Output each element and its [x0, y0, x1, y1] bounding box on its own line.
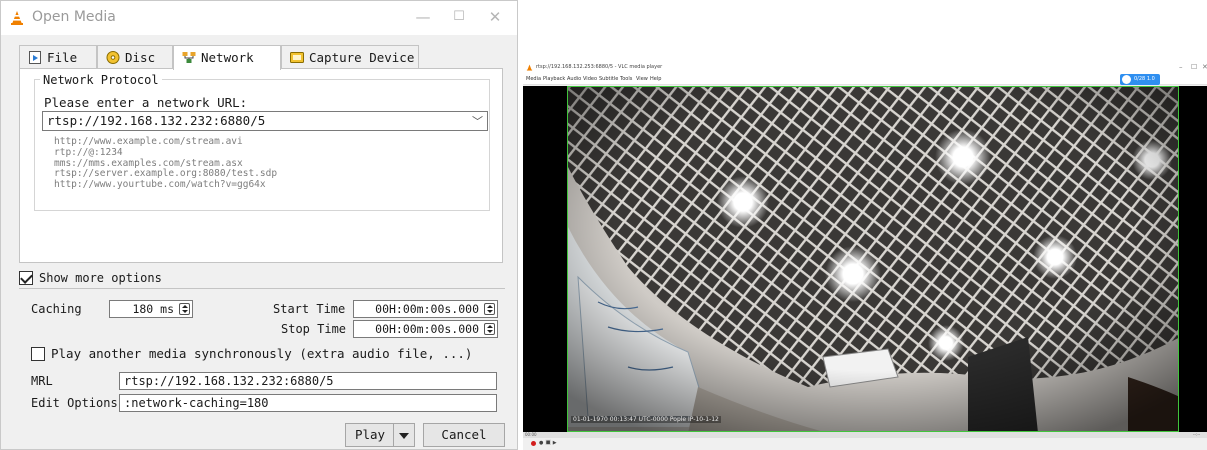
edit-options-value: :network-caching=180 — [124, 396, 269, 410]
player-maximize-button[interactable]: ☐ — [1191, 63, 1197, 71]
mrl-label: MRL — [31, 374, 53, 388]
camera-video-frame[interactable] — [567, 86, 1179, 432]
player-controls: ● 🔳 ▶ — [523, 438, 1207, 450]
chevron-down-icon[interactable]: ﹀ — [472, 113, 483, 129]
user-icon — [1122, 75, 1131, 84]
minimize-button[interactable]: — — [413, 7, 433, 27]
menu-view[interactable]: View — [636, 76, 648, 82]
menu-playback[interactable]: Playback — [543, 76, 565, 82]
player-close-button[interactable]: ✕ — [1202, 63, 1207, 71]
camera-scene-image — [568, 87, 1178, 431]
dialog-titlebar: Open Media — ☐ ✕ — [1, 1, 517, 35]
record-icon[interactable] — [531, 441, 536, 446]
player-minimize-button[interactable]: – — [1179, 63, 1183, 71]
tab-file[interactable]: File — [19, 45, 97, 69]
url-example: http://www.yourtube.com/watch?v=gg64x — [54, 179, 266, 191]
vlc-player-window: rtsp://192.168.132.253:6880/5 - VLC medi… — [523, 62, 1207, 450]
start-time-label: Start Time — [273, 302, 346, 316]
url-example: rtp://@:1234 — [54, 146, 123, 158]
stop-time-spinbox[interactable]: 00H:00m:00s.000 — [353, 320, 498, 338]
maximize-button[interactable]: ☐ — [449, 7, 469, 27]
tab-file-label: File — [47, 50, 78, 65]
stop-time-label: Stop Time — [281, 322, 347, 336]
stop-time-value: 00H:00m:00s.000 — [375, 322, 479, 336]
tab-capture-device[interactable]: Capture Device — [281, 45, 419, 69]
network-panel: Network Protocol Please enter a network … — [19, 68, 503, 263]
playback-controls[interactable]: ● 🔳 ▶ — [539, 440, 557, 446]
play-dropdown-arrow-icon[interactable] — [393, 423, 415, 447]
network-url-combobox[interactable]: rtsp://192.168.132.232:6880/5 ﹀ — [42, 111, 488, 131]
start-time-value: 00H:00m:00s.000 — [375, 302, 479, 316]
options-separator — [19, 288, 505, 289]
menu-tools[interactable]: Tools — [620, 76, 632, 82]
menu-help[interactable]: Help — [650, 76, 661, 82]
video-area[interactable]: 01-01-1970 00:13:47 UTC-0000 Pople IP-10… — [523, 86, 1207, 432]
player-menubar: Media Playback Audio Video Subtitle Tool… — [523, 74, 1207, 85]
dialog-title: Open Media — [32, 9, 116, 25]
tab-network[interactable]: Network — [173, 45, 281, 70]
open-media-dialog: Open Media — ☐ ✕ File Disc Network Captu… — [0, 0, 518, 450]
url-prompt-label: Please enter a network URL: — [44, 95, 248, 110]
checkbox-checked-icon[interactable] — [19, 271, 33, 285]
spin-arrows-icon[interactable] — [484, 303, 495, 315]
cancel-button[interactable]: Cancel — [423, 423, 505, 447]
mrl-field[interactable]: rtsp://192.168.132.232:6880/5 — [119, 372, 497, 390]
file-icon — [29, 51, 41, 64]
menu-media[interactable]: Media — [526, 76, 541, 82]
caching-label: Caching — [31, 302, 82, 316]
spin-arrows-icon[interactable] — [484, 323, 495, 335]
menu-subtitle[interactable]: Subtitle — [599, 76, 618, 82]
disc-icon — [106, 51, 120, 64]
mrl-value: rtsp://192.168.132.232:6880/5 — [124, 374, 334, 388]
camera-timestamp-overlay: 01-01-1970 00:13:47 UTC-0000 Pople IP-10… — [571, 416, 721, 423]
tab-disc[interactable]: Disc — [97, 45, 173, 69]
start-time-spinbox[interactable]: 00H:00m:00s.000 — [353, 300, 498, 318]
edit-options-label: Edit Options — [31, 396, 118, 410]
network-icon — [182, 52, 196, 63]
show-more-options-checkbox[interactable]: Show more options — [19, 271, 162, 285]
player-titlebar: rtsp://192.168.132.253:6880/5 - VLC medi… — [523, 62, 1207, 74]
capture-device-icon — [290, 52, 304, 63]
close-button[interactable]: ✕ — [485, 7, 505, 27]
player-title: rtsp://192.168.132.253:6880/5 - VLC medi… — [536, 64, 663, 70]
show-more-options-label: Show more options — [39, 271, 162, 285]
network-protocol-legend: Network Protocol — [40, 73, 162, 87]
spin-arrows-icon[interactable] — [179, 303, 190, 315]
url-examples: http://www.example.com/stream.avi rtp://… — [54, 136, 277, 191]
play-another-label: Play another media synchronously (extra … — [51, 346, 473, 361]
menu-video[interactable]: Video — [583, 76, 597, 82]
elapsed-time: 00:00 — [525, 432, 537, 437]
vlc-cone-icon — [11, 11, 23, 25]
play-button[interactable]: Play — [345, 423, 395, 447]
remaining-time: --:-- — [1193, 432, 1201, 437]
edit-options-field[interactable]: :network-caching=180 — [119, 394, 497, 412]
account-badge[interactable]: 0/28 1.0 — [1120, 74, 1160, 85]
menu-audio[interactable]: Audio — [567, 76, 581, 82]
tab-network-label: Network — [201, 50, 254, 65]
badge-label: 0/28 1.0 — [1134, 76, 1155, 82]
caching-value: 180 ms — [132, 302, 174, 316]
play-another-media-checkbox[interactable]: Play another media synchronously (extra … — [31, 346, 472, 361]
caching-spinbox[interactable]: 180 ms — [109, 300, 193, 318]
checkbox-unchecked-icon[interactable] — [31, 347, 45, 361]
network-url-value: rtsp://192.168.132.232:6880/5 — [47, 113, 266, 128]
vlc-cone-icon — [526, 64, 533, 71]
tab-capture-device-label: Capture Device — [309, 50, 415, 65]
tab-disc-label: Disc — [125, 50, 156, 65]
